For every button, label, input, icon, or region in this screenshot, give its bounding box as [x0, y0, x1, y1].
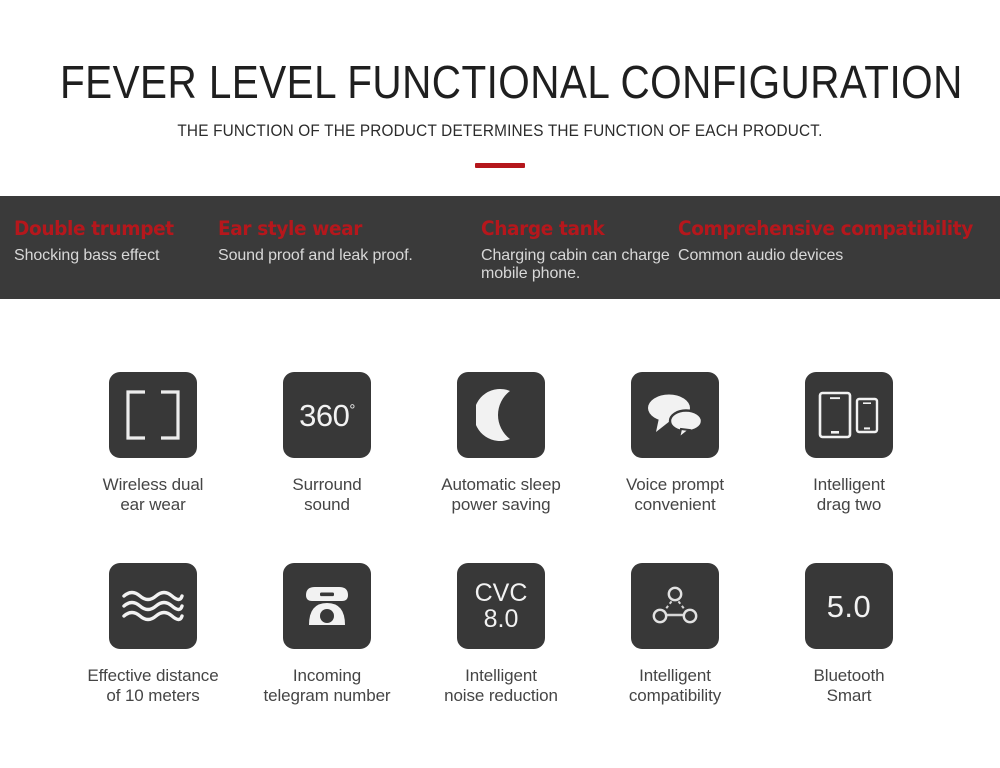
banner-heading: Ear style wear [218, 217, 363, 240]
banner-item-ear-style-wear: Ear style wear Sound proof and leak proo… [218, 217, 476, 265]
banner-description: Sound proof and leak proof. [218, 247, 413, 265]
feature-grid: Wireless dual ear wear 360° Surround sou… [0, 372, 1000, 706]
feature-surround-sound: 360° Surround sound [240, 372, 414, 515]
feature-intelligent-noise-reduction: CVC 8.0 Intelligent noise reduction [414, 563, 588, 706]
feature-label: Intelligent noise reduction [444, 666, 558, 706]
feature-grid-row: Wireless dual ear wear 360° Surround sou… [0, 372, 1000, 515]
bluetooth-version-icon: 5.0 [826, 588, 872, 624]
feature-wireless-dual-ear-wear: Wireless dual ear wear [66, 372, 240, 515]
feature-icon-tile [805, 372, 893, 458]
feature-effective-distance: Effective distance of 10 meters [66, 563, 240, 706]
feature-label: Automatic sleep power saving [441, 475, 561, 515]
feature-icon-tile: CVC 8.0 [457, 563, 545, 650]
banner-item-comprehensive-compatibility: Comprehensive compatibility Common audio… [678, 217, 998, 265]
banner-description: Common audio devices [678, 247, 844, 265]
two-devices-icon [818, 390, 880, 440]
cvc-text-icon: CVC 8.0 [474, 579, 528, 634]
feature-intelligent-drag-two: Intelligent drag two [762, 372, 936, 515]
feature-icon-tile: 360° [283, 372, 371, 458]
360-degree-surround-icon: 360° [299, 397, 355, 433]
accent-underline [475, 163, 525, 169]
feature-icon-tile [457, 372, 545, 458]
banner-description: Charging cabin can charge mobile phone. [481, 247, 670, 283]
feature-label: Wireless dual ear wear [102, 475, 204, 515]
signal-waves-icon [121, 588, 185, 624]
feature-label: Voice prompt convenient [625, 475, 725, 515]
feature-automatic-sleep: Automatic sleep power saving [414, 372, 588, 515]
feature-label: Effective distance of 10 meters [87, 666, 219, 706]
feature-icon-tile [631, 372, 719, 458]
banner-item-double-trumpet: Double trumpet Shocking bass effect [14, 217, 214, 265]
page-header: FEVER LEVEL FUNCTIONAL CONFIGURATION THE… [0, 0, 1000, 169]
feature-label: Intelligent compatibility [628, 666, 722, 706]
feature-label: Intelligent drag two [813, 475, 885, 515]
speech-bubbles-icon [645, 391, 705, 439]
feature-intelligent-compatibility: Intelligent compatibility [588, 563, 762, 706]
banner-heading: Charge tank [481, 217, 605, 240]
feature-icon-tile: 5.0 [805, 563, 893, 650]
feature-label: Bluetooth Smart [813, 666, 885, 706]
banner-heading: Comprehensive compatibility [678, 217, 973, 240]
feature-incoming-telegram-number: Incoming telegram number [240, 563, 414, 706]
feature-icon-tile [631, 563, 719, 650]
feature-icon-tile [109, 372, 197, 458]
feature-voice-prompt: Voice prompt convenient [588, 372, 762, 515]
crescent-moon-icon [476, 389, 526, 441]
earbuds-brackets-icon [123, 389, 183, 441]
feature-bluetooth-smart: 5.0 Bluetooth Smart [762, 563, 936, 706]
banner-description: Shocking bass effect [14, 247, 160, 265]
network-nodes-icon [650, 584, 700, 628]
feature-label: Surround sound [292, 475, 362, 515]
feature-grid-row: Effective distance of 10 meters Incoming… [0, 563, 1000, 706]
feature-icon-tile [283, 563, 371, 650]
page-title: FEVER LEVEL FUNCTIONAL CONFIGURATION [60, 56, 963, 108]
feature-icon-tile [109, 563, 197, 650]
page-subtitle: THE FUNCTION OF THE PRODUCT DETERMINES T… [177, 122, 823, 141]
banner-item-charge-tank: Charge tank Charging cabin can charge mo… [481, 217, 671, 283]
banner-heading: Double trumpet [14, 217, 174, 240]
feature-highlight-banner: Double trumpet Shocking bass effect Ear … [0, 196, 1000, 299]
feature-label: Incoming telegram number [263, 666, 391, 706]
rotary-telephone-icon [298, 584, 356, 628]
